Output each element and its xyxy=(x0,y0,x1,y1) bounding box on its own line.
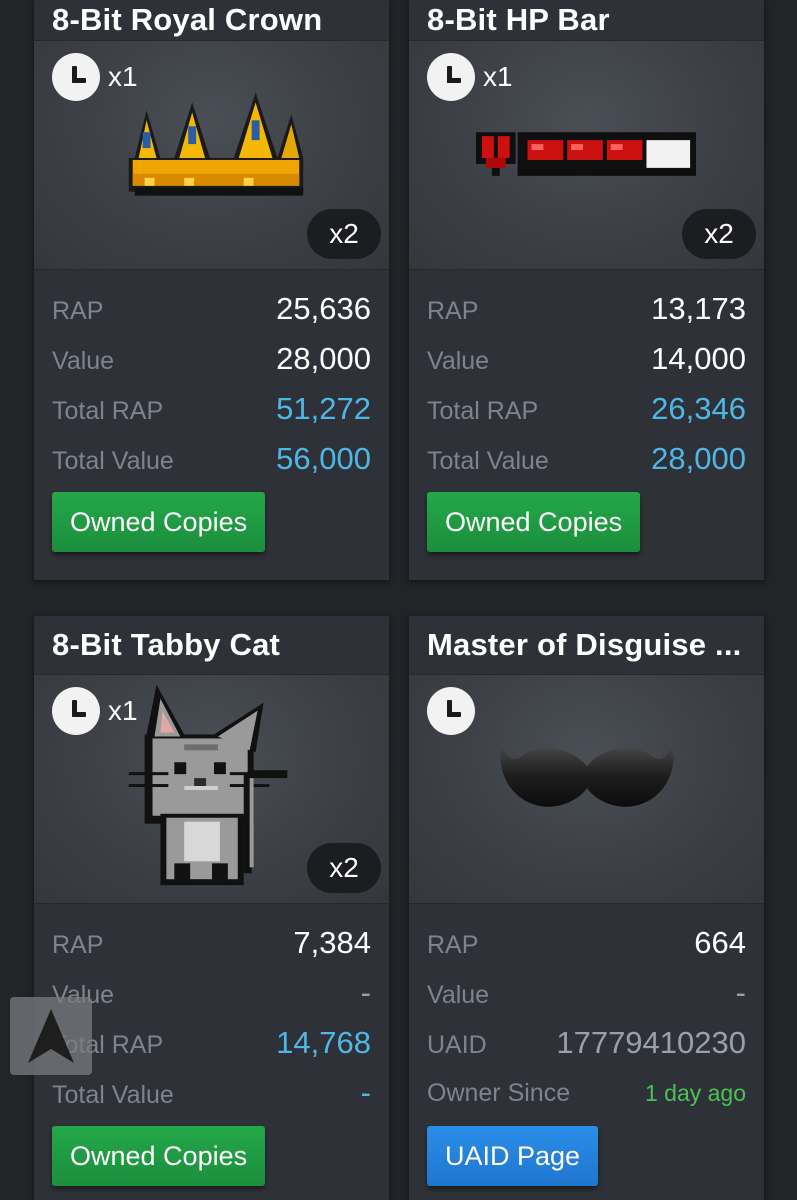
item-title[interactable]: 8-Bit Royal Crown xyxy=(34,0,389,40)
stat-row-total-rap: Total RAP 14,768 xyxy=(52,1018,371,1068)
clock-icon xyxy=(52,53,100,101)
item-stats: RAP 664 Value - UAID 17779410230 Owner S… xyxy=(409,904,764,1200)
stat-value: 1 day ago xyxy=(644,1080,746,1106)
stat-row-value: Value - xyxy=(427,968,746,1018)
navigation-arrow-icon xyxy=(28,1009,74,1063)
stat-value: 14,000 xyxy=(651,341,746,376)
stat-label: UAID xyxy=(427,1031,487,1059)
stat-row-owner-since: Owner Since 1 day ago xyxy=(427,1068,746,1118)
item-stats: RAP 25,636 Value 28,000 Total RAP 51,272… xyxy=(34,270,389,570)
stat-label: RAP xyxy=(427,931,479,959)
item-card: 8-Bit Tabby Cat x1 x2 RAP 7,384 Value - … xyxy=(34,616,389,1200)
stat-label: Value xyxy=(427,981,490,1009)
owned-copies-button[interactable]: Owned Copies xyxy=(427,492,641,552)
stat-value: 17779410230 xyxy=(556,1025,746,1060)
owned-count-badge: x2 xyxy=(307,209,381,259)
clock-icon xyxy=(427,53,475,101)
item-card: Master of Disguise ... RAP 664 Value - U… xyxy=(409,616,764,1200)
item-title[interactable]: 8-Bit HP Bar xyxy=(409,0,764,40)
item-image-area[interactable]: x1 x2 xyxy=(34,40,389,270)
stat-row-uaid: UAID 17779410230 xyxy=(427,1018,746,1068)
owned-copies-button[interactable]: Owned Copies xyxy=(52,1126,266,1186)
badge-copies: x1 xyxy=(108,61,138,92)
owned-count-badge: x2 xyxy=(307,843,381,893)
stat-label: RAP xyxy=(52,297,104,325)
stat-value: - xyxy=(735,975,746,1010)
stat-value: - xyxy=(360,975,371,1010)
stat-label: RAP xyxy=(52,931,104,959)
badge-copies: x1 xyxy=(483,61,513,92)
stat-row-value: Value 28,000 xyxy=(52,334,371,384)
stat-value: 25,636 xyxy=(276,291,371,326)
stat-value: 56,000 xyxy=(276,441,371,476)
stat-row-total-value: Total Value 56,000 xyxy=(52,434,371,484)
item-card: 8-Bit HP Bar x1 x2 RAP 13,173 Value 14,0… xyxy=(409,0,764,580)
clock-icon xyxy=(427,687,475,735)
stat-value: 51,272 xyxy=(276,391,371,426)
stat-value: 28,000 xyxy=(651,441,746,476)
stat-row-total-value: Total Value - xyxy=(52,1068,371,1118)
stat-row-rap: RAP 664 xyxy=(427,918,746,968)
item-image-area[interactable]: x1 x2 xyxy=(409,40,764,270)
stat-label: Total RAP xyxy=(427,397,539,425)
navigation-overlay-button[interactable] xyxy=(10,997,92,1075)
stat-value: 28,000 xyxy=(276,341,371,376)
stat-label: Total RAP xyxy=(52,397,164,425)
badge-copies: x1 xyxy=(108,695,138,726)
uaid-page-button[interactable]: UAID Page xyxy=(427,1126,599,1186)
stat-value: - xyxy=(360,1075,371,1110)
item-image-area[interactable] xyxy=(409,674,764,904)
owned-copies-button[interactable]: Owned Copies xyxy=(52,492,266,552)
limited-badge: x1 xyxy=(52,53,138,101)
clock-icon xyxy=(52,687,100,735)
stat-row-total-value: Total Value 28,000 xyxy=(427,434,746,484)
stat-row-rap: RAP 13,173 xyxy=(427,284,746,334)
owned-count-badge: x2 xyxy=(682,209,756,259)
stat-value: 26,346 xyxy=(651,391,746,426)
stat-label: Value xyxy=(52,347,115,375)
stat-row-rap: RAP 25,636 xyxy=(52,284,371,334)
stat-value: 7,384 xyxy=(293,925,371,960)
item-card: 8-Bit Royal Crown x1 x2 RAP 25,636 Value… xyxy=(34,0,389,580)
stat-row-value: Value 14,000 xyxy=(427,334,746,384)
item-stats: RAP 13,173 Value 14,000 Total RAP 26,346… xyxy=(409,270,764,570)
stat-label: Owner Since xyxy=(427,1079,571,1107)
stat-row-total-rap: Total RAP 26,346 xyxy=(427,384,746,434)
stat-row-rap: RAP 7,384 xyxy=(52,918,371,968)
stat-value: 14,768 xyxy=(276,1025,371,1060)
stat-label: RAP xyxy=(427,297,479,325)
limited-badge: x1 xyxy=(427,53,513,101)
stat-label: Total Value xyxy=(427,447,549,475)
limited-badge xyxy=(427,687,475,735)
item-image-area[interactable]: x1 x2 xyxy=(34,674,389,904)
stat-value: 13,173 xyxy=(651,291,746,326)
stat-row-value: Value - xyxy=(52,968,371,1018)
item-title[interactable]: 8-Bit Tabby Cat xyxy=(34,616,389,674)
stat-row-total-rap: Total RAP 51,272 xyxy=(52,384,371,434)
limited-badge: x1 xyxy=(52,687,138,735)
item-title[interactable]: Master of Disguise ... xyxy=(409,616,764,674)
stat-value: 664 xyxy=(694,925,746,960)
stat-label: Total Value xyxy=(52,447,174,475)
stat-label: Total Value xyxy=(52,1081,174,1109)
stat-label: Value xyxy=(427,347,490,375)
